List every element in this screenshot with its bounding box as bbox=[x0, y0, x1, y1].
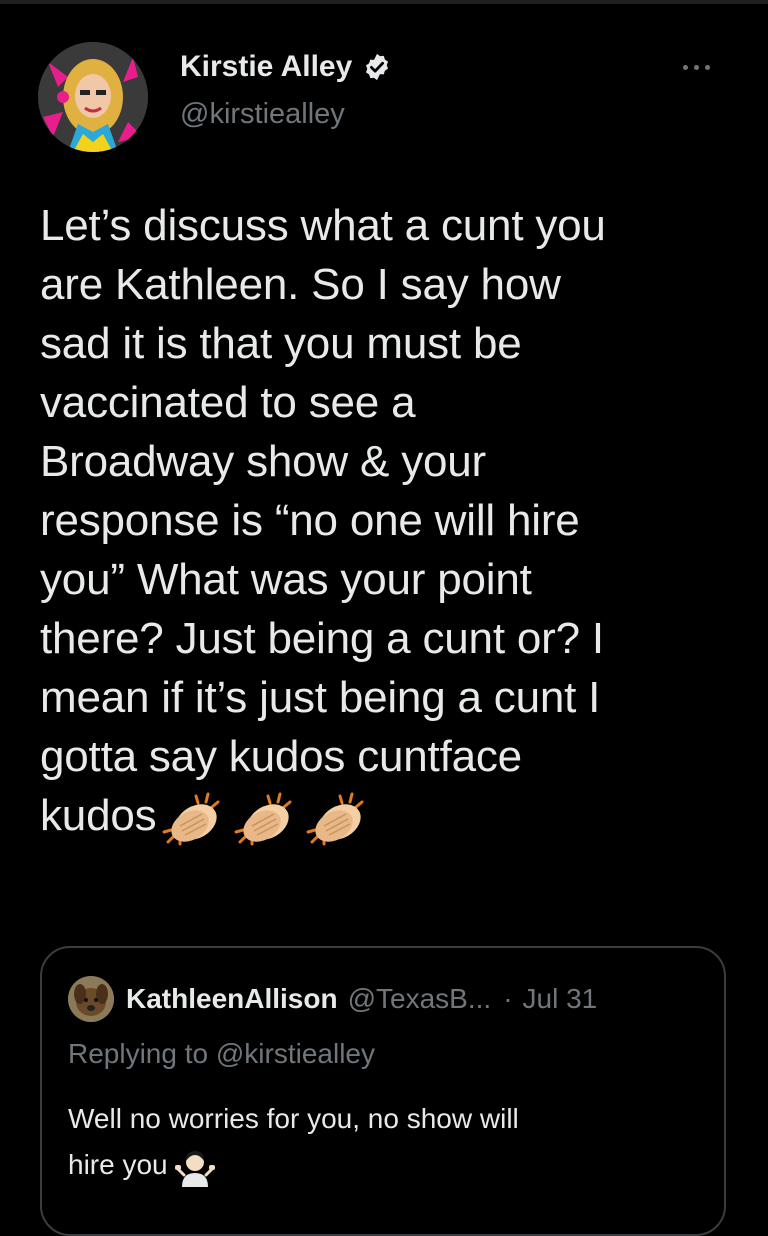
quoted-line: Well no worries for you, no show will bbox=[68, 1103, 519, 1134]
dog-avatar-icon bbox=[68, 976, 114, 1022]
tweet-line: are Kathleen. So I say how bbox=[40, 260, 561, 309]
quoted-last-line: hire you bbox=[68, 1142, 688, 1188]
clapping-hands-icon bbox=[234, 792, 292, 846]
quoted-tweet-body: Well no worries for you, no show will hi… bbox=[68, 1096, 688, 1188]
replying-prefix: Replying to bbox=[68, 1038, 209, 1069]
author-handle[interactable]: @kirstiealley bbox=[180, 98, 345, 131]
replying-mention[interactable]: @kirstiealley bbox=[216, 1038, 375, 1069]
quoted-author-name[interactable]: KathleenAllison bbox=[126, 983, 338, 1015]
author-display-name-row[interactable]: Kirstie Alley bbox=[180, 50, 392, 84]
tweet-last-line: kudos bbox=[40, 786, 740, 846]
clapping-hands-icon bbox=[306, 792, 364, 846]
quoted-tweet-date[interactable]: Jul 31 bbox=[523, 983, 598, 1015]
quoted-author-avatar[interactable] bbox=[68, 976, 114, 1022]
quoted-line: hire you bbox=[68, 1149, 168, 1180]
tweet-line: gotta say kudos cuntface bbox=[40, 732, 522, 781]
author-display-name[interactable]: Kirstie Alley bbox=[180, 50, 352, 84]
verified-badge-icon bbox=[366, 53, 389, 81]
clapping-hands-icon bbox=[162, 792, 220, 846]
tweet-line: vaccinated to see a bbox=[40, 378, 416, 427]
tweet-text: Let’s discuss what a cunt you are Kathle… bbox=[40, 196, 740, 846]
replying-to: Replying to @kirstiealley bbox=[68, 1038, 375, 1070]
tweet-line: Let’s discuss what a cunt you bbox=[40, 201, 606, 250]
tweet-line: kudos bbox=[40, 791, 157, 840]
quoted-tweet-card[interactable]: KathleenAllison @TexasB... · Jul 31 Repl… bbox=[40, 946, 726, 1236]
tweet-line: there? Just being a cunt or? I bbox=[40, 614, 604, 663]
top-divider bbox=[0, 0, 768, 4]
tweet-line: mean if it’s just being a cunt I bbox=[40, 673, 601, 722]
more-horizontal-icon bbox=[682, 64, 688, 70]
header-separator: · bbox=[503, 983, 513, 1014]
profile-avatar-icon bbox=[38, 42, 148, 152]
author-avatar[interactable] bbox=[38, 42, 148, 152]
tweet-line: sad it is that you must be bbox=[40, 319, 522, 368]
more-dot bbox=[704, 64, 710, 70]
more-options-button[interactable] bbox=[666, 52, 726, 82]
person-shrugging-icon bbox=[174, 1150, 215, 1187]
tweet-line: you” What was your point bbox=[40, 555, 532, 604]
tweet-line: Broadway show & your bbox=[40, 437, 486, 486]
tweet-line: response is “no one will hire bbox=[40, 496, 580, 545]
more-dot bbox=[693, 64, 699, 70]
quoted-tweet-header: KathleenAllison @TexasB... · Jul 31 bbox=[68, 976, 597, 1022]
quoted-author-handle[interactable]: @TexasB... bbox=[348, 983, 492, 1015]
emoji-row bbox=[158, 790, 374, 846]
